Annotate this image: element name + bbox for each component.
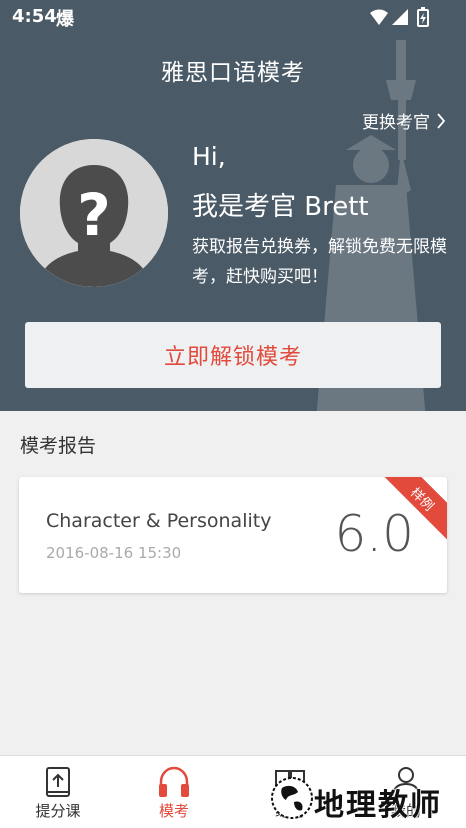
- page-title: 雅思口语模考: [161, 60, 305, 86]
- tab-mock-test[interactable]: 模考: [116, 756, 232, 828]
- globe-icon: [271, 777, 313, 819]
- watermark: 地理教师: [268, 768, 464, 826]
- upload-book-icon: [46, 767, 70, 797]
- change-examiner-link[interactable]: 更换考官: [362, 108, 446, 133]
- svg-text:?: ?: [77, 181, 111, 249]
- tab-course[interactable]: 提分课: [0, 756, 116, 828]
- examiner-intro: 我是考官 Brett: [192, 192, 369, 222]
- report-timestamp: 2016-08-16 15:30: [46, 544, 182, 562]
- status-icons: [370, 7, 429, 27]
- watermark-text: 地理教师: [314, 788, 442, 824]
- greeting-text: Hi,: [192, 142, 226, 171]
- unlock-mock-test-button[interactable]: 立即解锁模考: [25, 322, 441, 388]
- report-score: 6.0: [334, 505, 414, 563]
- report-card[interactable]: Character & Personality 2016-08-16 15:30…: [19, 477, 447, 593]
- tab-mock-test-label: 模考: [158, 802, 189, 820]
- change-examiner-label: 更换考官: [362, 113, 430, 133]
- status-time: 4:54: [12, 6, 57, 27]
- reports-section-title: 模考报告: [20, 435, 97, 457]
- unknown-person-icon: ?: [20, 139, 168, 287]
- status-notification: 爆: [56, 9, 74, 30]
- tab-course-label: 提分课: [35, 802, 81, 820]
- headphones-icon: [159, 766, 189, 797]
- chevron-right-icon: [437, 112, 446, 129]
- examiner-header: 4:54 爆 雅思口语模考 更换考官 ? Hi, 我是考官 Brett 获取报告…: [0, 0, 466, 411]
- signal-icon: [392, 9, 408, 25]
- examiner-avatar: ?: [20, 139, 168, 287]
- examiner-description: 获取报告兑换券，解锁免费无限模考，赶快购买吧！: [192, 237, 447, 287]
- report-topic: Character & Personality: [46, 510, 272, 532]
- battery-icon: [417, 7, 429, 27]
- status-bar: 4:54 爆: [0, 0, 466, 34]
- wifi-icon: [370, 9, 388, 25]
